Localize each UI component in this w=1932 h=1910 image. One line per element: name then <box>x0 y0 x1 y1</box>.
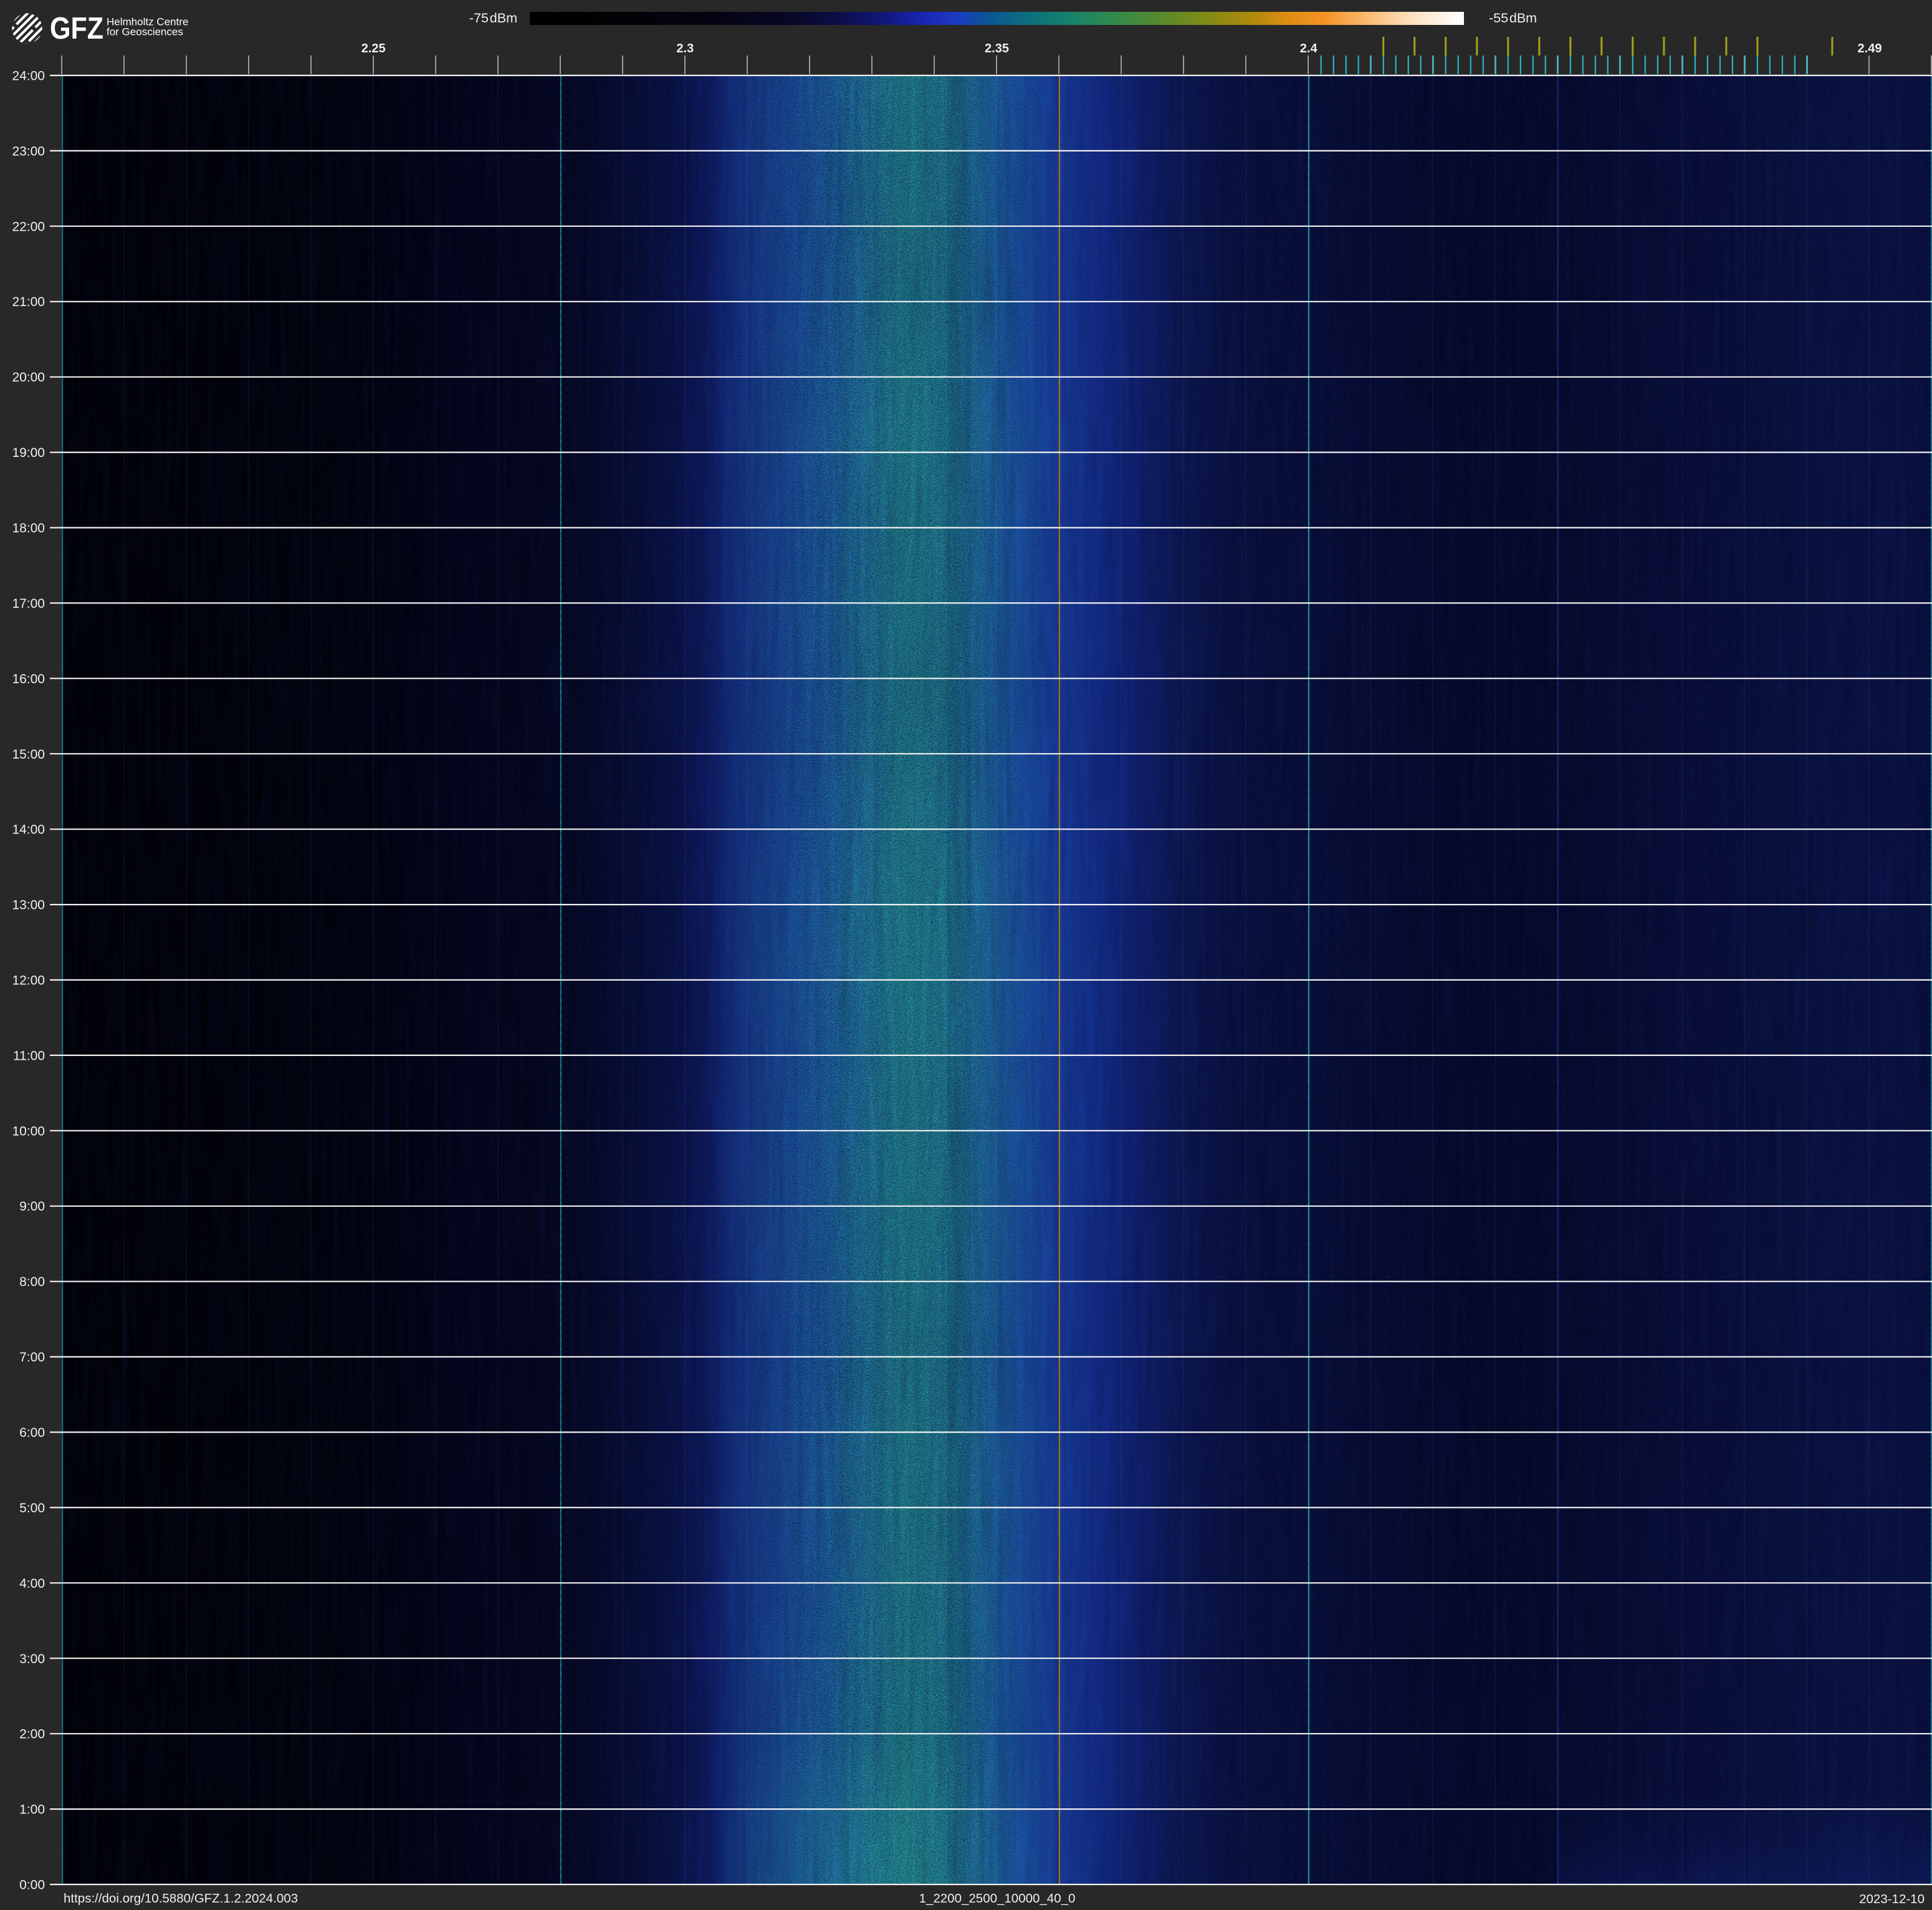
svg-text:0:00: 0:00 <box>19 1878 45 1893</box>
svg-text:13:00: 13:00 <box>12 898 45 913</box>
svg-text:2.25: 2.25 <box>361 42 386 55</box>
svg-text:6:00: 6:00 <box>19 1426 45 1440</box>
svg-text:https://doi.org/10.5880/GFZ.1.: https://doi.org/10.5880/GFZ.1.2.2024.003 <box>64 1891 298 1906</box>
svg-text:2.4: 2.4 <box>1300 42 1318 55</box>
svg-text:2:00: 2:00 <box>19 1727 45 1742</box>
svg-text:21:00: 21:00 <box>12 295 45 309</box>
svg-text:8:00: 8:00 <box>19 1275 45 1289</box>
svg-text:14:00: 14:00 <box>12 823 45 837</box>
svg-text:12:00: 12:00 <box>12 974 45 988</box>
svg-text:-75 dBm: -75 dBm <box>469 11 517 26</box>
svg-text:16:00: 16:00 <box>12 672 45 686</box>
svg-text:22:00: 22:00 <box>12 219 45 234</box>
svg-text:24:00: 24:00 <box>12 69 45 84</box>
svg-text:18:00: 18:00 <box>12 521 45 535</box>
svg-text:-55 dBm: -55 dBm <box>1489 11 1537 26</box>
svg-text:4:00: 4:00 <box>19 1576 45 1591</box>
svg-text:1_2200_2500_10000_40_0: 1_2200_2500_10000_40_0 <box>919 1891 1076 1906</box>
svg-text:3:00: 3:00 <box>19 1652 45 1666</box>
svg-text:17:00: 17:00 <box>12 597 45 611</box>
svg-text:2.35: 2.35 <box>985 42 1009 55</box>
svg-text:5:00: 5:00 <box>19 1501 45 1515</box>
svg-text:15:00: 15:00 <box>12 747 45 762</box>
svg-text:23:00: 23:00 <box>12 144 45 158</box>
svg-text:2023-12-10: 2023-12-10 <box>1859 1892 1925 1906</box>
svg-text:9:00: 9:00 <box>19 1199 45 1214</box>
svg-text:7:00: 7:00 <box>19 1350 45 1365</box>
svg-text:1:00: 1:00 <box>19 1803 45 1817</box>
svg-text:GFZ: GFZ <box>50 11 103 46</box>
svg-text:2.49: 2.49 <box>1858 42 1882 55</box>
svg-text:10:00: 10:00 <box>12 1124 45 1138</box>
svg-text:19:00: 19:00 <box>12 446 45 460</box>
svg-text:20:00: 20:00 <box>12 370 45 385</box>
svg-text:11:00: 11:00 <box>13 1049 45 1063</box>
svg-text:2.3: 2.3 <box>676 42 694 55</box>
svg-text:for Geosciences: for Geosciences <box>107 26 183 38</box>
